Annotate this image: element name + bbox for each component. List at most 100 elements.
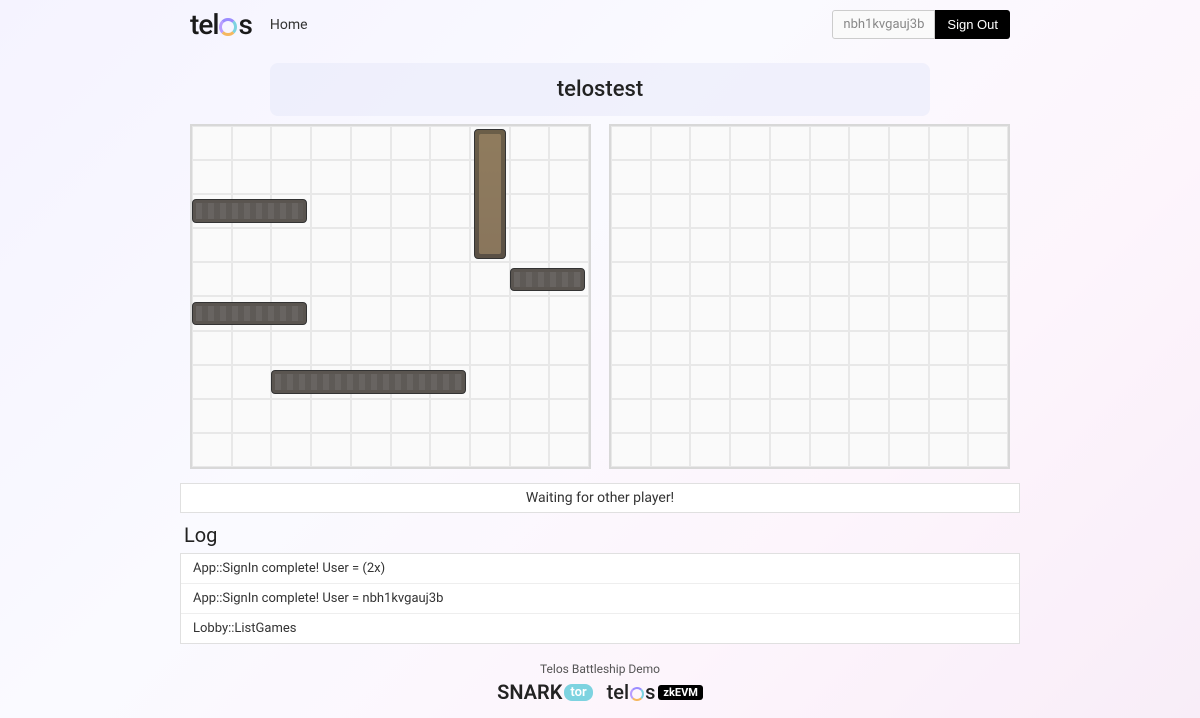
- grid-cell[interactable]: [271, 262, 311, 296]
- grid-cell[interactable]: [549, 228, 589, 262]
- grid-cell[interactable]: [889, 365, 929, 399]
- grid-cell[interactable]: [232, 365, 272, 399]
- grid-cell[interactable]: [770, 365, 810, 399]
- grid-cell[interactable]: [430, 262, 470, 296]
- grid-cell[interactable]: [510, 126, 550, 160]
- grid-cell[interactable]: [611, 262, 651, 296]
- grid-cell[interactable]: [770, 296, 810, 330]
- grid-cell[interactable]: [192, 433, 232, 467]
- grid-cell[interactable]: [929, 126, 969, 160]
- grid-cell[interactable]: [391, 194, 431, 228]
- grid-cell[interactable]: [611, 365, 651, 399]
- grid-cell[interactable]: [510, 160, 550, 194]
- grid-cell[interactable]: [311, 433, 351, 467]
- grid-cell[interactable]: [849, 194, 889, 228]
- grid-cell[interactable]: [611, 126, 651, 160]
- grid-cell[interactable]: [730, 433, 770, 467]
- grid-cell[interactable]: [510, 296, 550, 330]
- grid-cell[interactable]: [849, 433, 889, 467]
- grid-cell[interactable]: [651, 194, 691, 228]
- grid-cell[interactable]: [968, 262, 1008, 296]
- grid-cell[interactable]: [810, 160, 850, 194]
- grid-cell[interactable]: [690, 433, 730, 467]
- grid-cell[interactable]: [690, 228, 730, 262]
- grid-cell[interactable]: [470, 331, 510, 365]
- grid-cell[interactable]: [470, 262, 510, 296]
- grid-cell[interactable]: [651, 433, 691, 467]
- grid-cell[interactable]: [430, 331, 470, 365]
- grid-cell[interactable]: [770, 228, 810, 262]
- grid-cell[interactable]: [770, 331, 810, 365]
- grid-cell[interactable]: [271, 399, 311, 433]
- grid-cell[interactable]: [849, 126, 889, 160]
- grid-cell[interactable]: [430, 160, 470, 194]
- grid-cell[interactable]: [549, 126, 589, 160]
- grid-cell[interactable]: [690, 399, 730, 433]
- grid-cell[interactable]: [849, 296, 889, 330]
- grid-cell[interactable]: [611, 433, 651, 467]
- grid-cell[interactable]: [192, 160, 232, 194]
- grid-cell[interactable]: [690, 331, 730, 365]
- grid-cell[interactable]: [849, 331, 889, 365]
- home-link[interactable]: Home: [270, 17, 308, 33]
- grid-cell[interactable]: [730, 331, 770, 365]
- signout-button[interactable]: Sign Out: [935, 10, 1010, 39]
- grid-cell[interactable]: [968, 296, 1008, 330]
- grid-cell[interactable]: [889, 399, 929, 433]
- grid-cell[interactable]: [929, 194, 969, 228]
- ship-destroyer[interactable]: [192, 199, 307, 223]
- grid-cell[interactable]: [849, 228, 889, 262]
- grid-cell[interactable]: [929, 433, 969, 467]
- grid-cell[interactable]: [968, 160, 1008, 194]
- grid-cell[interactable]: [232, 160, 272, 194]
- grid-cell[interactable]: [849, 262, 889, 296]
- ship-carrier[interactable]: [271, 370, 466, 394]
- grid-cell[interactable]: [770, 262, 810, 296]
- grid-cell[interactable]: [430, 296, 470, 330]
- grid-cell[interactable]: [549, 399, 589, 433]
- grid-cell[interactable]: [730, 262, 770, 296]
- grid-cell[interactable]: [311, 331, 351, 365]
- logo[interactable]: tel s: [190, 8, 252, 41]
- grid-cell[interactable]: [968, 331, 1008, 365]
- grid-cell[interactable]: [730, 126, 770, 160]
- grid-cell[interactable]: [232, 228, 272, 262]
- grid-cell[interactable]: [311, 194, 351, 228]
- grid-cell[interactable]: [690, 262, 730, 296]
- grid-cell[interactable]: [430, 399, 470, 433]
- grid-cell[interactable]: [311, 228, 351, 262]
- grid-cell[interactable]: [968, 399, 1008, 433]
- grid-cell[interactable]: [849, 399, 889, 433]
- grid-cell[interactable]: [810, 126, 850, 160]
- grid-cell[interactable]: [849, 365, 889, 399]
- grid-cell[interactable]: [929, 228, 969, 262]
- grid-cell[interactable]: [929, 365, 969, 399]
- grid-cell[interactable]: [232, 433, 272, 467]
- grid-cell[interactable]: [351, 331, 391, 365]
- grid-cell[interactable]: [549, 433, 589, 467]
- grid-cell[interactable]: [690, 160, 730, 194]
- grid-cell[interactable]: [549, 365, 589, 399]
- grid-cell[interactable]: [651, 228, 691, 262]
- grid-cell[interactable]: [232, 331, 272, 365]
- grid-cell[interactable]: [889, 433, 929, 467]
- grid-cell[interactable]: [549, 331, 589, 365]
- grid-cell[interactable]: [391, 126, 431, 160]
- grid-cell[interactable]: [549, 160, 589, 194]
- grid-cell[interactable]: [690, 194, 730, 228]
- grid-cell[interactable]: [351, 262, 391, 296]
- grid-cell[interactable]: [810, 228, 850, 262]
- grid-cell[interactable]: [611, 194, 651, 228]
- grid-cell[interactable]: [929, 331, 969, 365]
- grid-cell[interactable]: [810, 433, 850, 467]
- grid-cell[interactable]: [430, 194, 470, 228]
- grid-cell[interactable]: [929, 160, 969, 194]
- grid-cell[interactable]: [968, 126, 1008, 160]
- grid-cell[interactable]: [391, 228, 431, 262]
- grid-cell[interactable]: [391, 331, 431, 365]
- grid-cell[interactable]: [611, 228, 651, 262]
- grid-cell[interactable]: [430, 126, 470, 160]
- grid-cell[interactable]: [651, 365, 691, 399]
- grid-cell[interactable]: [889, 160, 929, 194]
- grid-cell[interactable]: [611, 399, 651, 433]
